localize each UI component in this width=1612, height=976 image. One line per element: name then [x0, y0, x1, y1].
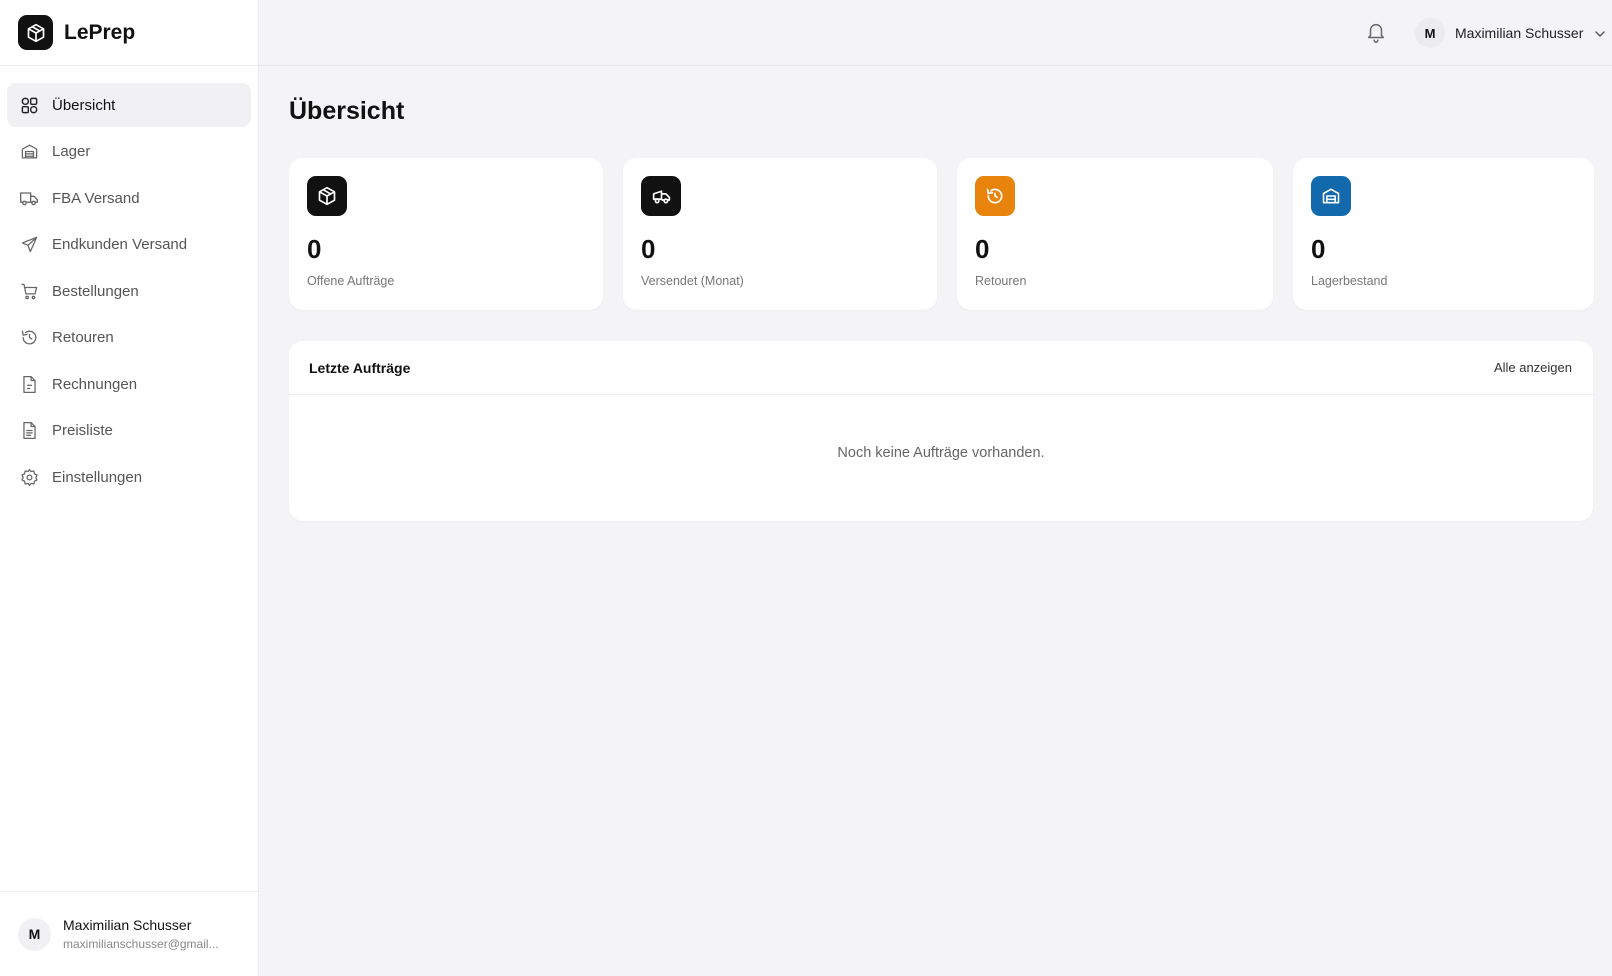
warehouse-icon	[19, 142, 39, 162]
user-email: maximilianschusser@gmail...	[63, 937, 219, 951]
stat-value: 0	[641, 234, 656, 264]
stat-value: 0	[307, 234, 322, 264]
sidebar-item-label: Retouren	[52, 329, 114, 346]
recent-orders-header: Letzte Aufträge Alle anzeigen	[289, 341, 1593, 395]
chevron-down-icon	[1594, 27, 1606, 39]
sidebar-item-label: Rechnungen	[52, 375, 138, 393]
sidebar-item-bestellungen[interactable]: Bestellungen	[7, 269, 251, 313]
app: LePrep Übersicht Lager FBA Versand Endku…	[0, 0, 1612, 976]
empty-state-text: Noch keine Aufträge vorhanden.	[837, 445, 1045, 461]
return-icon	[19, 328, 39, 348]
send-icon	[19, 235, 39, 255]
truck-icon	[19, 188, 39, 208]
header-user-name: Maximilian Schusser	[1455, 25, 1584, 41]
invoice-icon	[19, 374, 39, 394]
return-icon	[975, 176, 1015, 216]
sidebar-item-label: Lager	[52, 143, 91, 160]
settings-icon	[19, 467, 39, 487]
cart-icon	[19, 281, 39, 301]
stat-value: 0	[975, 234, 990, 264]
brand[interactable]: LePrep	[0, 0, 258, 66]
sidebar-user[interactable]: M Maximilian Schusser maximilianschusser…	[0, 891, 259, 976]
stat-card-offene-auftraege: 0 Offene Aufträge	[289, 158, 603, 310]
user-name: Maximilian Schusser	[63, 917, 192, 933]
user-menu[interactable]: M Maximilian Schusser	[1415, 17, 1606, 49]
sidebar-item-label: Endkunden Versand	[52, 236, 188, 253]
brand-name: LePrep	[64, 20, 136, 44]
stat-label: Versendet (Monat)	[641, 274, 744, 288]
sidebar-item-label: Bestellungen	[52, 282, 139, 300]
show-all-link[interactable]: Alle anzeigen	[1494, 360, 1572, 375]
truck-icon	[641, 176, 681, 216]
stat-value: 0	[1311, 234, 1326, 264]
recent-orders-card: Letzte Aufträge Alle anzeigen Noch keine…	[289, 341, 1593, 521]
stat-card-retouren: 0 Retouren	[957, 158, 1273, 310]
sidebar-item-label: Einstellungen	[52, 468, 143, 486]
page-title: Übersicht	[289, 97, 405, 125]
brand-logo-icon	[18, 15, 53, 50]
pricelist-icon	[19, 421, 39, 441]
bell-icon[interactable]	[1365, 21, 1387, 43]
package-icon	[307, 176, 347, 216]
sidebar-item-label: Preisliste	[52, 422, 113, 439]
sidebar-nav: Übersicht Lager FBA Versand Endkunden Ve…	[0, 66, 258, 499]
stat-label: Lagerbestand	[1311, 274, 1388, 288]
user-info: Maximilian Schusser maximilianschusser@g…	[63, 917, 231, 951]
warehouse-icon	[1311, 176, 1351, 216]
avatar: M	[1415, 18, 1445, 48]
dashboard-icon	[19, 95, 39, 115]
top-header: M Maximilian Schusser	[259, 0, 1612, 66]
sidebar-item-retouren[interactable]: Retouren	[7, 316, 251, 360]
sidebar-item-endkunden-versand[interactable]: Endkunden Versand	[7, 223, 251, 267]
stat-label: Offene Aufträge	[307, 274, 395, 288]
sidebar-item-einstellungen[interactable]: Einstellungen	[7, 455, 251, 499]
avatar: M	[18, 917, 51, 951]
sidebar-item-rechnungen[interactable]: Rechnungen	[7, 362, 251, 406]
sidebar-item-lager[interactable]: Lager	[7, 130, 251, 174]
recent-orders-title: Letzte Aufträge	[309, 359, 411, 376]
sidebar-item-fba-versand[interactable]: FBA Versand	[7, 176, 251, 220]
sidebar-item-preisliste[interactable]: Preisliste	[7, 409, 251, 453]
sidebar-item-uebersicht[interactable]: Übersicht	[7, 83, 251, 127]
sidebar-item-label: Übersicht	[52, 96, 116, 114]
stat-label: Retouren	[975, 274, 1027, 288]
sidebar-item-label: FBA Versand	[52, 189, 140, 207]
stat-card-versendet: 0 Versendet (Monat)	[623, 158, 937, 310]
stat-card-lagerbestand: 0 Lagerbestand	[1293, 158, 1594, 310]
sidebar: LePrep Übersicht Lager FBA Versand Endku…	[0, 0, 259, 976]
